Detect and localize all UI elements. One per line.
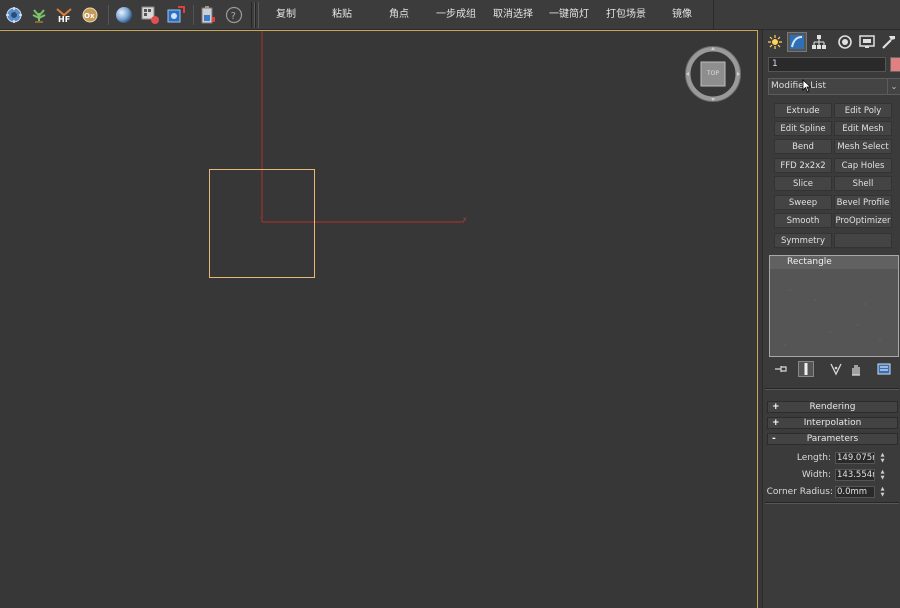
object-color-swatch[interactable] bbox=[890, 57, 900, 72]
utilities-tab[interactable] bbox=[879, 32, 899, 52]
hierarchy-tab[interactable] bbox=[809, 32, 829, 52]
modify-tab[interactable] bbox=[787, 32, 807, 52]
ox-icon[interactable]: Ox bbox=[80, 5, 100, 25]
empty-modifier-button[interactable] bbox=[834, 233, 892, 248]
length-input[interactable]: 149.075mm bbox=[835, 452, 875, 464]
shell-button[interactable]: Shell bbox=[834, 176, 892, 191]
slice-button[interactable]: Slice bbox=[774, 176, 832, 191]
mirror-button[interactable]: 镜像 bbox=[658, 0, 706, 30]
interpolation-rollout-title: Interpolation bbox=[803, 418, 862, 428]
prooptimizer-button[interactable]: ProOptimizer bbox=[834, 213, 892, 228]
sweep-button[interactable]: Sweep bbox=[774, 195, 832, 210]
edit-mesh-button[interactable]: Edit Mesh bbox=[834, 121, 892, 136]
expand-icon: + bbox=[772, 418, 780, 428]
corner-radius-spinner-icon[interactable]: ▲ ▼ bbox=[878, 486, 887, 498]
mesh-select-button[interactable]: Mesh Select bbox=[834, 139, 892, 154]
pin-stack-icon[interactable] bbox=[773, 361, 789, 377]
symmetry-button[interactable]: Symmetry bbox=[774, 233, 832, 248]
hierarchy-icon bbox=[812, 35, 826, 49]
render-setup-icon[interactable] bbox=[4, 5, 24, 25]
parameters-rollout[interactable]: - Parameters bbox=[767, 433, 898, 445]
x-axis-tick: x bbox=[463, 216, 467, 223]
material-editor-icon[interactable] bbox=[140, 5, 160, 25]
paste-button[interactable]: 粘贴 bbox=[318, 0, 366, 30]
utilities-icon bbox=[882, 36, 895, 49]
motion-tab[interactable] bbox=[835, 32, 855, 52]
stack-item-rectangle[interactable]: Rectangle bbox=[770, 256, 898, 269]
modifier-stack[interactable]: Rectangle bbox=[769, 255, 899, 357]
modify-icon bbox=[790, 35, 804, 49]
corner-button[interactable]: 角点 bbox=[375, 0, 423, 30]
toolbar-separator bbox=[108, 5, 109, 25]
svg-text:HF: HF bbox=[58, 15, 70, 24]
copy-button[interactable]: 复制 bbox=[262, 0, 310, 30]
render-frame-icon[interactable] bbox=[166, 5, 186, 25]
corner-radius-input[interactable]: 0.0mm bbox=[835, 486, 875, 498]
one-click-light-button[interactable]: 一键简灯 bbox=[542, 0, 596, 30]
panel-divider bbox=[765, 502, 899, 504]
deselect-button[interactable]: 取消选择 bbox=[486, 0, 540, 30]
modifier-list-dropdown[interactable]: Modifier List ⌄ bbox=[768, 78, 900, 95]
help-icon[interactable]: ? bbox=[224, 5, 244, 25]
parameters-rollout-title: Parameters bbox=[806, 434, 859, 444]
hf-icon[interactable]: HF bbox=[54, 5, 74, 25]
cap-holes-button[interactable]: Cap Holes bbox=[834, 158, 892, 173]
viewcube[interactable]: TOP bbox=[684, 45, 742, 103]
plant-icon[interactable] bbox=[29, 5, 49, 25]
width-input[interactable]: 143.554mm bbox=[835, 469, 875, 481]
show-end-result-icon[interactable] bbox=[798, 361, 814, 377]
modifier-list-label: Modifier List bbox=[771, 81, 826, 91]
smooth-button[interactable]: Smooth bbox=[774, 213, 832, 228]
battery-tool-icon[interactable] bbox=[198, 5, 218, 25]
mouse-cursor-icon bbox=[802, 79, 812, 93]
toolbar-separator bbox=[713, 0, 714, 30]
viewcube-label: TOP bbox=[706, 70, 719, 77]
interpolation-rollout[interactable]: + Interpolation bbox=[767, 417, 898, 429]
create-icon bbox=[768, 35, 782, 49]
pack-scene-button[interactable]: 打包场景 bbox=[598, 0, 654, 30]
object-name-field[interactable]: 1 bbox=[768, 57, 886, 72]
edit-spline-button[interactable]: Edit Spline bbox=[774, 121, 832, 136]
edit-poly-button[interactable]: Edit Poly bbox=[834, 103, 892, 118]
top-viewport[interactable]: x · TOP bbox=[0, 30, 758, 608]
svg-text:Ox: Ox bbox=[84, 12, 95, 20]
bend-button[interactable]: Bend bbox=[774, 139, 832, 154]
ffd-2x2x2-button[interactable]: FFD 2x2x2 bbox=[774, 158, 832, 173]
stack-texture bbox=[784, 287, 881, 346]
toolbar-grip[interactable] bbox=[255, 2, 259, 28]
make-unique-icon[interactable] bbox=[828, 361, 844, 377]
panel-divider bbox=[765, 388, 899, 390]
configure-modifier-sets-icon[interactable] bbox=[876, 361, 892, 377]
display-icon bbox=[859, 35, 875, 48]
rendering-rollout-title: Rendering bbox=[809, 402, 856, 412]
collapse-icon: - bbox=[772, 434, 776, 444]
viewport-canvas: x · bbox=[209, 30, 467, 278]
bevel-profile-button[interactable]: Bevel Profile bbox=[834, 195, 892, 210]
main-toolbar: HF Ox ? 复制 粘贴 角点 一步成组 取消选择 一键简灯 打包场景 镜像 bbox=[0, 0, 900, 30]
motion-icon bbox=[838, 35, 852, 49]
width-spinner-icon[interactable]: ▲ ▼ bbox=[878, 469, 887, 481]
create-tab[interactable] bbox=[765, 32, 785, 52]
length-spinner-icon[interactable]: ▲ ▼ bbox=[878, 452, 887, 464]
chevron-down-icon: ⌄ bbox=[887, 79, 900, 94]
rendering-rollout[interactable]: + Rendering bbox=[767, 401, 898, 413]
sphere-icon[interactable] bbox=[114, 5, 134, 25]
display-tab[interactable] bbox=[857, 32, 877, 52]
extrude-button[interactable]: Extrude bbox=[774, 103, 832, 118]
corner-radius-label: Corner Radius: bbox=[766, 487, 833, 497]
expand-icon: + bbox=[772, 402, 780, 412]
length-label: Length: bbox=[796, 453, 831, 463]
pivot-marker: · bbox=[260, 215, 262, 222]
width-label: Width: bbox=[801, 470, 831, 480]
command-panel: 1 Modifier List ⌄ Extrude Edit Poly Edit… bbox=[762, 30, 900, 608]
remove-modifier-icon[interactable] bbox=[848, 361, 864, 377]
svg-text:?: ? bbox=[231, 11, 236, 22]
toolbar-separator bbox=[193, 5, 194, 25]
one-step-group-button[interactable]: 一步成组 bbox=[428, 0, 484, 30]
